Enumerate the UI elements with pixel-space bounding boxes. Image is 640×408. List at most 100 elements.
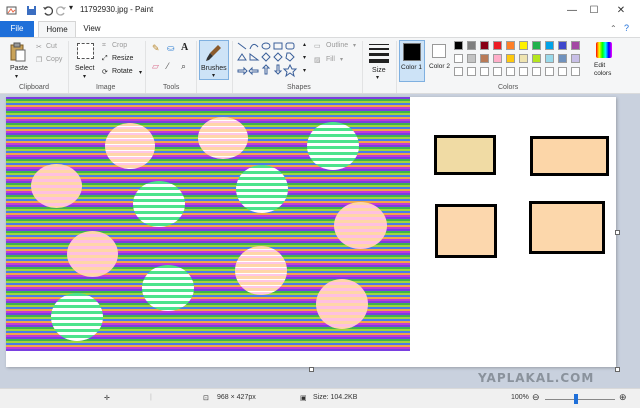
zoom-out-button[interactable]: ⊖	[532, 392, 540, 403]
resize-handle-right[interactable]	[615, 230, 620, 235]
palette-swatch[interactable]	[519, 41, 528, 50]
edit-colors-button[interactable]: Edit colors	[594, 62, 616, 78]
brushes-label: Brushes	[201, 65, 227, 72]
palette-swatch[interactable]	[467, 41, 476, 50]
help-icon[interactable]: ?	[624, 23, 629, 33]
save-icon[interactable]	[26, 5, 37, 16]
color2-button[interactable]: Color 2	[428, 40, 452, 82]
collapse-ribbon-icon[interactable]: ⌃	[610, 24, 617, 33]
zoom-in-button[interactable]: ⊕	[619, 392, 627, 403]
palette-swatch[interactable]	[506, 67, 515, 76]
edit-colors-icon[interactable]	[596, 42, 612, 58]
select-icon[interactable]	[77, 43, 94, 59]
zoom-slider[interactable]	[545, 399, 615, 400]
ribbon: Clipboard Paste ▾ ✂ Cut ❐ Copy Clipboard…	[0, 37, 640, 94]
palette-swatch[interactable]	[506, 54, 515, 63]
select-dropdown-icon[interactable]: ▾	[83, 73, 86, 80]
redo-icon[interactable]	[56, 5, 67, 16]
copy-button[interactable]: Copy	[46, 56, 62, 63]
crop-icon: ⌗	[102, 42, 106, 49]
resize-handle-corner[interactable]	[615, 367, 620, 372]
fill-dropdown-icon[interactable]: ▾	[340, 56, 343, 63]
tab-view[interactable]: View	[78, 21, 106, 37]
text-tool-icon[interactable]: A	[181, 42, 188, 53]
palette-swatch[interactable]	[493, 54, 502, 63]
cut-button[interactable]: Cut	[46, 43, 57, 50]
tab-file[interactable]: File	[0, 21, 34, 37]
undo-icon[interactable]	[42, 5, 53, 16]
paste-label[interactable]: Paste	[10, 65, 28, 72]
close-button[interactable]: ✕	[607, 2, 635, 19]
zoom-slider-thumb[interactable]	[574, 394, 578, 404]
outline-dropdown-icon[interactable]: ▾	[353, 42, 356, 49]
palette-swatch[interactable]	[558, 54, 567, 63]
customize-qat-icon[interactable]: ▾	[69, 3, 80, 14]
outlined-rectangle	[530, 136, 609, 176]
palette-swatch[interactable]	[480, 67, 489, 76]
palette-swatch[interactable]	[506, 41, 515, 50]
palette-swatch[interactable]	[532, 41, 541, 50]
resize-handle-bottom[interactable]	[309, 367, 314, 372]
palette-swatch[interactable]	[558, 41, 567, 50]
palette-swatch[interactable]	[532, 67, 541, 76]
palette-swatch[interactable]	[571, 41, 580, 50]
size-button[interactable]: Size	[372, 67, 386, 74]
outline-icon: ▭	[314, 43, 321, 50]
striped-circle	[105, 123, 155, 169]
colors-group-label: Colors	[498, 84, 519, 91]
shapes-gallery[interactable]	[236, 41, 302, 81]
paste-icon[interactable]	[9, 42, 27, 62]
fill-bucket-icon[interactable]: ⛀	[167, 43, 175, 54]
palette-swatch[interactable]	[571, 54, 580, 63]
striped-circle	[142, 265, 194, 311]
pencil-icon[interactable]: ✎	[152, 43, 160, 54]
palette-swatch[interactable]	[545, 67, 554, 76]
palette-swatch[interactable]	[545, 54, 554, 63]
palette-swatch[interactable]	[480, 54, 489, 63]
status-divider: |	[150, 394, 152, 401]
shapes-scroll-up-icon[interactable]: ▴	[303, 41, 306, 48]
color-picker-icon[interactable]: ⁄	[167, 61, 169, 71]
tools-group-label: Tools	[163, 84, 180, 91]
palette-swatch[interactable]	[558, 67, 567, 76]
striped-circle	[307, 122, 359, 170]
palette-swatch[interactable]	[467, 54, 476, 63]
paste-dropdown-icon[interactable]: ▾	[15, 73, 18, 80]
divider	[145, 41, 146, 93]
select-button[interactable]: Select	[75, 65, 94, 72]
palette-swatch[interactable]	[519, 54, 528, 63]
color2-swatch	[432, 44, 446, 58]
palette-swatch[interactable]	[493, 67, 502, 76]
copy-icon: ❐	[36, 57, 43, 64]
palette-swatch[interactable]	[571, 67, 580, 76]
resize-button[interactable]: Resize	[112, 55, 133, 62]
palette-swatch[interactable]	[532, 54, 541, 63]
divider	[232, 41, 233, 93]
magnifier-icon[interactable]: ⌕	[181, 61, 186, 72]
palette-swatch[interactable]	[454, 54, 463, 63]
image-canvas[interactable]	[6, 97, 616, 367]
palette-swatch[interactable]	[454, 67, 463, 76]
striped-circle	[133, 181, 185, 227]
eraser-icon[interactable]: ▱	[152, 61, 159, 72]
tab-home[interactable]: Home	[38, 21, 76, 37]
palette-swatch[interactable]	[519, 67, 528, 76]
shapes-scroll-down-icon[interactable]: ▾	[303, 54, 306, 61]
divider	[68, 41, 69, 93]
maximize-button[interactable]: ☐	[580, 2, 608, 19]
rotate-button[interactable]: Rotate	[112, 68, 133, 75]
palette-swatch[interactable]	[493, 41, 502, 50]
rotate-dropdown-icon[interactable]: ▾	[139, 69, 142, 76]
palette-swatch[interactable]	[454, 41, 463, 50]
palette-swatch[interactable]	[480, 41, 489, 50]
crop-button[interactable]: Crop	[112, 42, 127, 49]
outline-button[interactable]: Outline	[326, 42, 348, 49]
size-dropdown-icon[interactable]: ▾	[376, 74, 379, 81]
palette-swatch[interactable]	[545, 41, 554, 50]
shapes-expand-icon[interactable]: ▾	[303, 67, 306, 74]
fill-button[interactable]: Fill	[326, 56, 335, 63]
striped-circle	[51, 293, 103, 341]
brushes-button[interactable]: Brushes ▾	[199, 40, 229, 80]
palette-swatch[interactable]	[467, 67, 476, 76]
color1-button[interactable]: Color 1	[399, 40, 425, 82]
